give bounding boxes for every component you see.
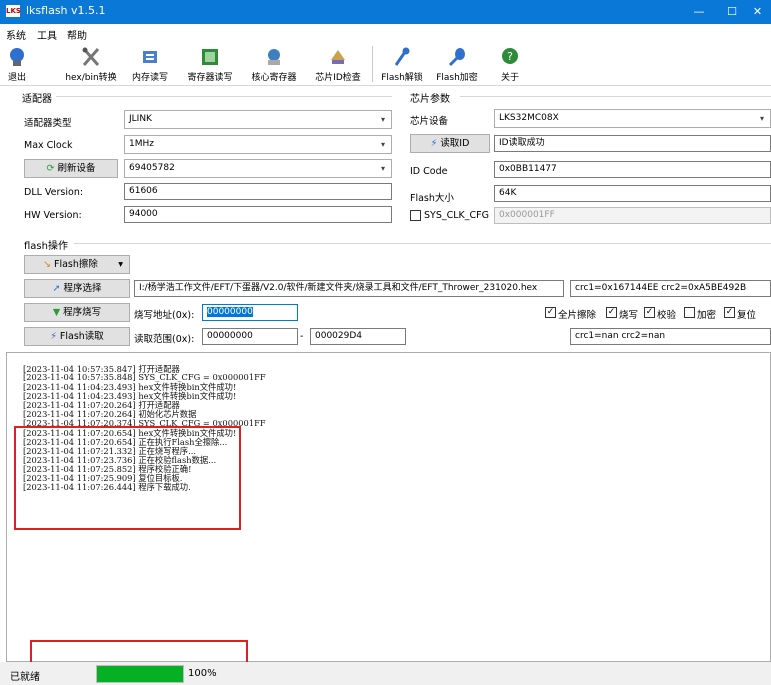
minimize-button[interactable]: — xyxy=(683,0,715,24)
read-id-status-field[interactable]: ID读取成功 xyxy=(494,135,771,152)
burn-address-label: 烧写地址(0x): xyxy=(134,310,195,321)
progress-bar xyxy=(96,665,184,683)
max-clock-label: Max Clock xyxy=(24,140,73,151)
unlock-icon xyxy=(394,47,410,66)
verify-option-label: 校验 xyxy=(657,310,677,321)
sys-clk-label: SYS_CLK_CFG xyxy=(424,210,489,221)
toolbar-register-button[interactable]: 寄存器读写 xyxy=(182,42,238,86)
full-erase-label: 全片擦除 xyxy=(558,310,597,321)
core-register-icon xyxy=(268,49,280,65)
chevron-down-icon: ▾ xyxy=(118,259,123,270)
verify-checkbox[interactable]: ✓ xyxy=(644,307,655,318)
adapter-group-line xyxy=(56,96,392,97)
burn-address-input[interactable]: 00000000 xyxy=(202,304,298,321)
read-range-label: 读取范围(0x): xyxy=(134,334,195,345)
chevron-down-icon: ▾ xyxy=(380,164,385,173)
svg-text:?: ? xyxy=(507,50,513,63)
read-id-button[interactable]: ⚡ 读取ID xyxy=(410,134,490,153)
exit-icon xyxy=(10,48,24,66)
flash-erase-dropdown-button[interactable]: ↘ Flash擦除 ▾ xyxy=(24,255,130,274)
reset-option-label: 复位 xyxy=(737,310,757,321)
close-button[interactable]: ✕ xyxy=(744,0,771,24)
flash-group-line xyxy=(74,243,771,244)
chip-device-select[interactable]: LKS32MC08X ▾ xyxy=(494,109,771,128)
window-title: lksflash v1.5.1 xyxy=(26,4,106,17)
chip-id-icon xyxy=(331,50,345,64)
flash-size-field[interactable]: 64K xyxy=(494,185,771,202)
adapter-group-heading: 适配器 xyxy=(22,94,52,105)
chevron-down-icon: ▾ xyxy=(380,140,385,149)
max-clock-select[interactable]: 1MHz ▾ xyxy=(124,135,392,154)
flash-read-button[interactable]: ⚡ Flash读取 xyxy=(24,327,130,346)
burn-program-button[interactable]: ▼ 程序烧写 xyxy=(24,303,130,322)
reset-checkbox[interactable]: ✓ xyxy=(724,307,735,318)
read-end-input[interactable]: 000029D4 xyxy=(310,328,406,345)
chevron-down-icon: ▾ xyxy=(759,114,764,123)
flash-group-heading: flash操作 xyxy=(24,241,68,252)
toolbar-flash-encrypt-button[interactable]: Flash加密 xyxy=(432,42,482,86)
device-serial-select[interactable]: 69405782 ▾ xyxy=(124,159,392,178)
toolbar-core-register-button[interactable]: 核心寄存器 xyxy=(246,42,302,86)
toolbar-separator xyxy=(372,46,373,82)
flash-icon: ⚡ xyxy=(430,138,438,149)
encrypt-checkbox[interactable] xyxy=(684,307,695,318)
tools-icon xyxy=(82,47,100,66)
program-crc-field[interactable]: crc1=0x167144EE crc2=0xA5BE492B xyxy=(570,280,771,297)
read-start-input[interactable]: 00000000 xyxy=(202,328,298,345)
log-highlight-box xyxy=(14,426,241,530)
toolbar-memory-button[interactable]: 内存读写 xyxy=(128,42,172,86)
dll-version-field[interactable]: 61606 xyxy=(124,183,392,200)
read-crc-field[interactable]: crc1=nan crc2=nan xyxy=(570,328,771,345)
progress-fill xyxy=(97,666,183,682)
refresh-device-button[interactable]: ⟳ 刷新设备 xyxy=(24,159,118,178)
toolbar-about-button[interactable]: ? 关于 xyxy=(496,42,524,86)
menu-tools[interactable]: 工具 xyxy=(37,27,57,42)
burn-checkbox[interactable]: ✓ xyxy=(606,307,617,318)
hw-version-field[interactable]: 94000 xyxy=(124,206,392,223)
download-icon: ▼ xyxy=(52,307,61,318)
sys-clk-checkbox[interactable] xyxy=(410,210,421,221)
id-code-field[interactable]: 0x0BB11477 xyxy=(494,161,771,178)
about-icon: ? xyxy=(502,48,518,64)
dll-version-label: DLL Version: xyxy=(24,187,84,198)
encrypt-icon xyxy=(448,48,465,67)
toolbar-flash-unlock-button[interactable]: Flash解锁 xyxy=(378,42,426,86)
register-icon xyxy=(202,49,218,65)
toolbar-chip-id-button[interactable]: 芯片ID检查 xyxy=(310,42,366,86)
flash-icon: ⚡ xyxy=(50,331,57,342)
menu-bar: 系统 工具 帮助 xyxy=(0,24,771,42)
burn-option-label: 烧写 xyxy=(619,310,639,321)
app-logo: LKS xyxy=(6,5,21,17)
hw-version-label: HW Version: xyxy=(24,210,82,221)
adapter-type-select[interactable]: JLINK ▾ xyxy=(124,110,392,129)
menu-help[interactable]: 帮助 xyxy=(67,27,87,42)
erase-icon: ↘ xyxy=(43,259,51,270)
full-erase-checkbox[interactable]: ✓ xyxy=(545,307,556,318)
toolbar-hex-bin-button[interactable]: hex/bin转换 xyxy=(60,42,122,86)
program-icon: ➚ xyxy=(52,283,61,294)
chip-group-line xyxy=(460,96,771,97)
status-bar: 已就绪 100% xyxy=(0,662,771,685)
id-code-label: ID Code xyxy=(410,166,448,177)
memory-icon xyxy=(143,51,157,63)
menu-system[interactable]: 系统 xyxy=(6,27,26,42)
status-text: 已就绪 xyxy=(10,672,40,683)
refresh-icon: ⟳ xyxy=(46,163,55,174)
select-program-button[interactable]: ➚ 程序选择 xyxy=(24,279,130,298)
program-path-field[interactable]: I:/杨学浩工作文件/EFT/下蛋器/V2.0/软件/新建文件夹/烧录工具和文件… xyxy=(134,280,564,297)
chip-group-heading: 芯片参数 xyxy=(410,94,450,105)
toolbar-exit-button[interactable]: 退出 xyxy=(2,42,32,86)
range-dash: - xyxy=(300,331,304,342)
adapter-type-label: 适配器类型 xyxy=(24,118,72,129)
chevron-down-icon: ▾ xyxy=(380,115,385,124)
chip-device-label: 芯片设备 xyxy=(410,116,449,127)
title-bar: LKS lksflash v1.5.1 — ☐ ✕ xyxy=(0,0,771,24)
flash-size-label: Flash大小 xyxy=(410,193,454,204)
progress-label: 100% xyxy=(188,668,217,679)
sys-clk-field[interactable]: 0x000001FF xyxy=(494,207,771,224)
encrypt-option-label: 加密 xyxy=(697,310,717,321)
toolbar: 退出 hex/bin转换 内存读写 寄存器读写 核心寄存器 芯片ID检查 Fla… xyxy=(0,42,771,86)
